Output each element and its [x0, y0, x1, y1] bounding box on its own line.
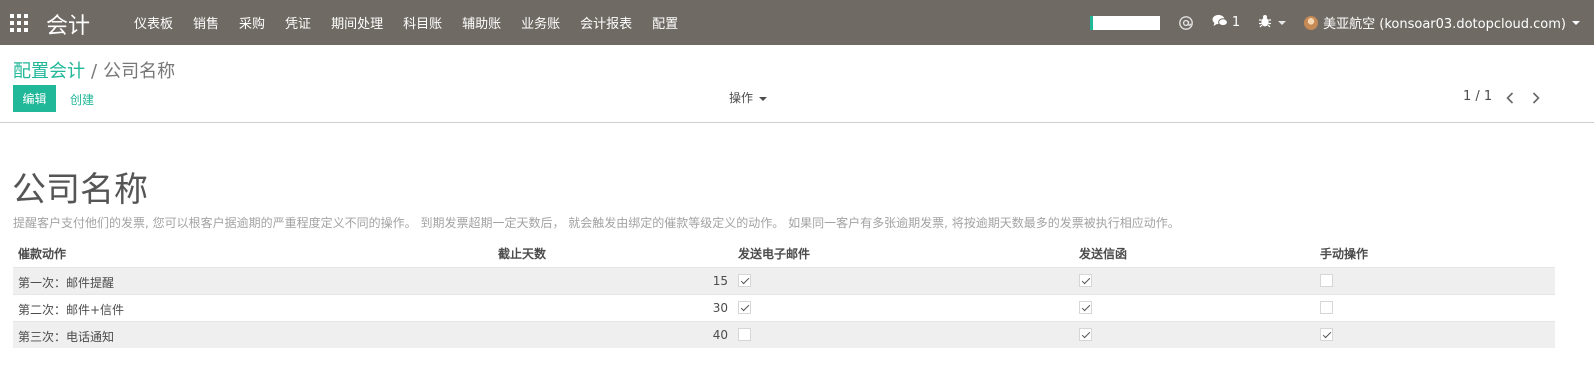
checkbox-manual-action[interactable] [1320, 274, 1333, 287]
table-header: 催款动作 截止天数 发送电子邮件 发送信函 手动操作 [13, 242, 1555, 267]
menu-item-period-processing[interactable]: 期间处理 [321, 13, 393, 32]
systray-progress-bar[interactable] [1089, 15, 1160, 30]
checkbox-send-email[interactable] [738, 301, 751, 314]
message-count: 1 [1231, 15, 1241, 30]
checkbox-send-email[interactable] [738, 328, 751, 341]
menu-item-purchase[interactable]: 采购 [229, 13, 275, 32]
breadcrumb: 配置会计 / 公司名称 [13, 57, 175, 83]
column-header-send-letter[interactable]: 发送信函 [1079, 245, 1127, 262]
chat-bubbles-icon [1212, 14, 1228, 32]
cell-action-name: 第二次：邮件+信件 [18, 303, 125, 317]
followup-lines-table: 催款动作 截止天数 发送电子邮件 发送信函 手动操作 第一次：邮件提醒 15 第… [13, 242, 1555, 348]
checkbox-send-email[interactable] [738, 274, 751, 287]
breadcrumb-link-config[interactable]: 配置会计 [13, 61, 85, 82]
breadcrumb-current: 公司名称 [103, 61, 176, 82]
checkbox-send-letter[interactable] [1079, 301, 1092, 314]
menu-item-dashboard[interactable]: 仪表板 [124, 13, 183, 32]
menu-item-business-ledger[interactable]: 业务账 [511, 13, 570, 32]
top-navbar: 会计 仪表板 销售 采购 凭证 期间处理 科目账 辅助账 业务账 会计报表 配置… [0, 0, 1594, 45]
control-panel: 配置会计 / 公司名称 编辑 创建 操作 1 / 1 [0, 45, 1594, 123]
column-header-send-email[interactable]: 发送电子邮件 [738, 245, 810, 262]
column-header-manual-action[interactable]: 手动操作 [1320, 245, 1368, 262]
pager-value[interactable]: 1 / 1 [1463, 89, 1492, 104]
checkbox-manual-action[interactable] [1320, 328, 1333, 341]
actions-label: 操作 [729, 91, 754, 105]
cell-action-name: 第一次：邮件提醒 [18, 276, 115, 290]
actions-dropdown[interactable]: 操作 [729, 89, 768, 106]
user-name: 美亚航空 (konsoar03.dotopcloud.com) [1323, 17, 1566, 32]
main-menu: 仪表板 销售 采购 凭证 期间处理 科目账 辅助账 业务账 会计报表 配置 [124, 0, 688, 45]
cell-due-days: 30 [712, 301, 728, 315]
checkbox-send-letter[interactable] [1079, 274, 1092, 287]
record-title: 公司名称 [12, 170, 148, 210]
breadcrumb-separator: / [91, 61, 98, 82]
table-row[interactable]: 第三次：电话通知 40 [13, 321, 1555, 348]
menu-item-auxiliary-ledger[interactable]: 辅助账 [452, 13, 511, 32]
user-menu[interactable]: 美亚航空 (konsoar03.dotopcloud.com) [1304, 13, 1580, 32]
checkbox-manual-action[interactable] [1320, 301, 1333, 314]
chevron-down-icon [759, 96, 768, 101]
chevron-left-icon[interactable] [1503, 90, 1517, 106]
chevron-down-icon [1572, 20, 1580, 25]
cell-due-days: 40 [712, 328, 728, 342]
menu-item-sales[interactable]: 销售 [183, 13, 229, 32]
bug-icon [1258, 14, 1272, 32]
chevron-down-icon [1278, 20, 1287, 25]
menu-item-account-ledger[interactable]: 科目账 [393, 13, 452, 32]
checkbox-send-letter[interactable] [1079, 328, 1092, 341]
menu-item-vouchers[interactable]: 凭证 [275, 13, 321, 32]
menu-item-accounting-reports[interactable]: 会计报表 [570, 13, 642, 32]
avatar-icon [1304, 15, 1319, 30]
systray: 1 美亚航空 (konsoar03.dotopcloud.com) [1089, 0, 1594, 45]
table-row[interactable]: 第一次：邮件提醒 15 [13, 267, 1555, 294]
record-description: 提醒客户支付他们的发票, 您可以根客户据逾期的严重程度定义不同的操作。 到期发票… [13, 216, 1180, 230]
cell-due-days: 15 [712, 274, 728, 288]
column-header-action[interactable]: 催款动作 [18, 245, 66, 262]
debug-menu[interactable] [1258, 14, 1287, 32]
table-row[interactable]: 第二次：邮件+信件 30 [13, 294, 1555, 321]
create-button[interactable]: 创建 [70, 91, 94, 108]
chevron-right-icon[interactable] [1529, 90, 1543, 106]
edit-button[interactable]: 编辑 [13, 85, 56, 112]
menu-item-configuration[interactable]: 配置 [642, 13, 688, 32]
apps-grid-icon[interactable] [10, 14, 28, 32]
cell-action-name: 第三次：电话通知 [18, 330, 115, 344]
app-brand: 会计 [46, 14, 91, 39]
column-header-due-days[interactable]: 截止天数 [498, 245, 546, 262]
at-icon[interactable] [1178, 15, 1194, 31]
messages-button[interactable]: 1 [1212, 14, 1240, 32]
